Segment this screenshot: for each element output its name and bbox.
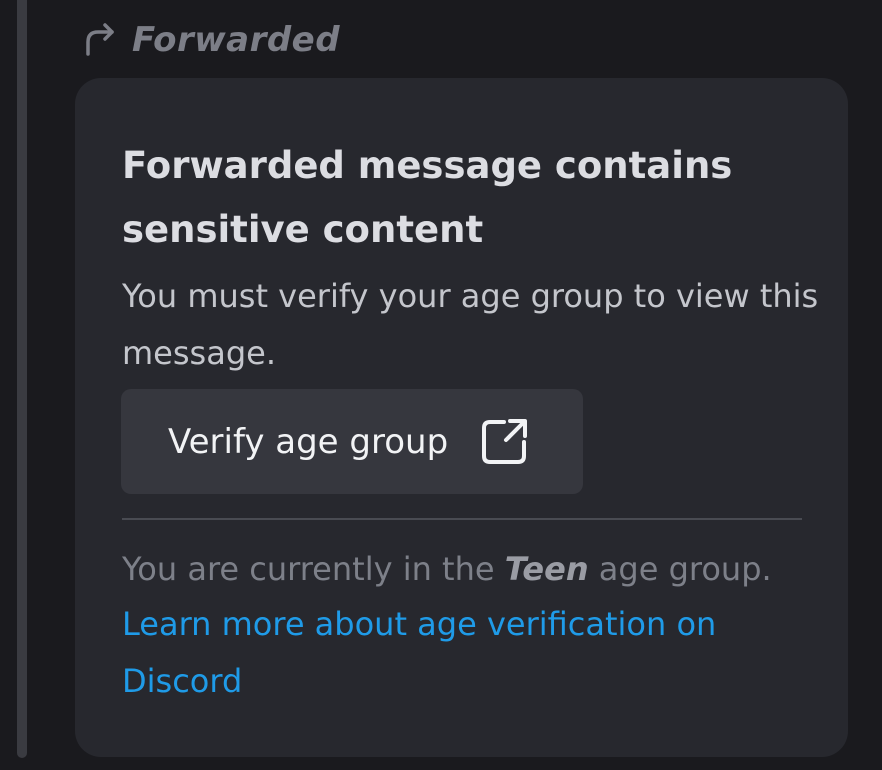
card-description: You must verify your age group to view t… [122, 277, 819, 372]
forward-header: Forwarded [80, 18, 340, 62]
verify-age-group-button[interactable]: Verify age group [121, 389, 583, 494]
forwarded-message-container: Forwarded Forwarded message contains sen… [0, 0, 882, 770]
verify-button-label: Verify age group [168, 421, 449, 462]
divider [122, 518, 802, 520]
sensitive-content-card: Forwarded message contains sensitive con… [75, 78, 848, 757]
age-group-name: Teen [504, 550, 589, 588]
learn-more-link[interactable]: Learn more about age verification on Dis… [122, 596, 782, 710]
external-link-icon [478, 416, 530, 468]
status-prefix: You are currently in the [122, 550, 505, 588]
age-group-status: You are currently in the Teen age group. [122, 541, 822, 598]
status-suffix: age group. [588, 550, 772, 588]
forward-indicator-bar [17, 0, 27, 758]
forward-arrow-icon [80, 20, 120, 60]
card-title: Forwarded message contains sensitive con… [122, 144, 733, 251]
forwarded-label: Forwarded [132, 20, 341, 60]
